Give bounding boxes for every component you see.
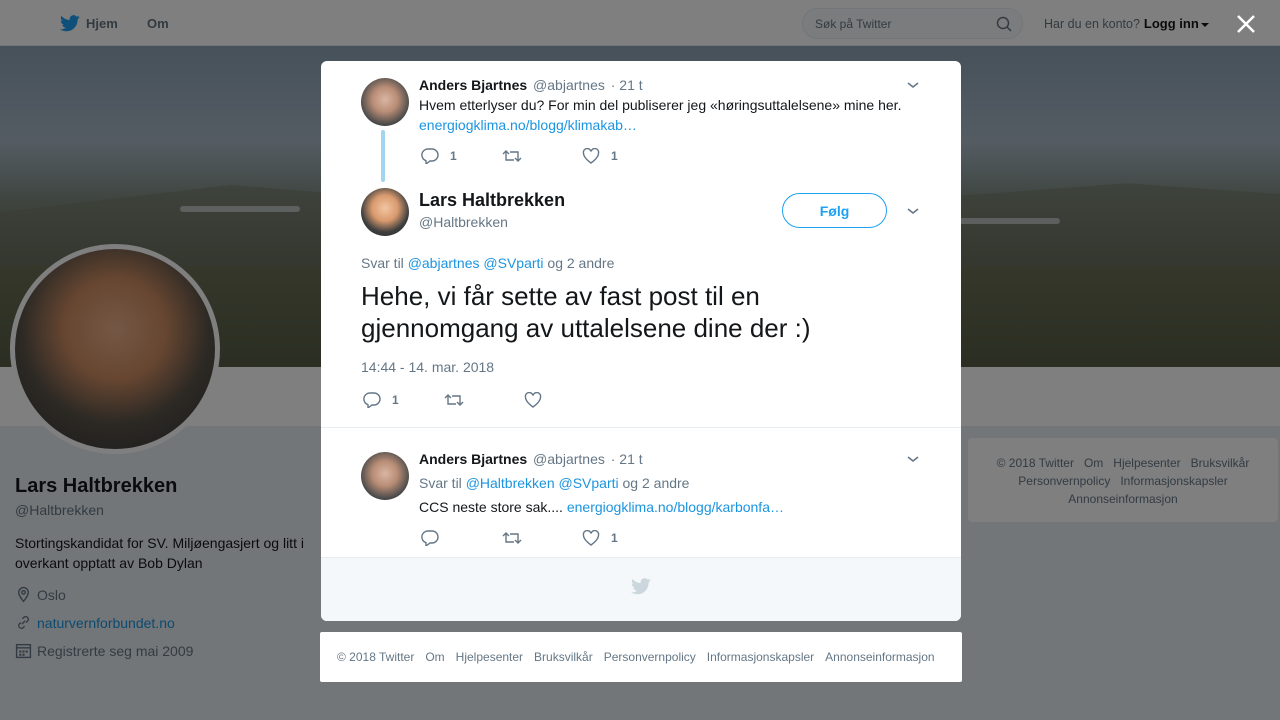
reply-prefix: Svar til [419, 475, 462, 491]
tweet-actions: 1 [363, 390, 542, 410]
footer-copyright: © 2018 Twitter [337, 650, 415, 664]
reply-context: Svar til @Haltbrekken @SVparti og 2 andr… [419, 475, 689, 491]
footer-link[interactable]: Om [425, 650, 444, 664]
retweet-icon [502, 532, 522, 544]
reply-mention[interactable]: @abjartnes [408, 255, 480, 271]
tweet-header: Anders Bjartnes @abjartnes · 21 t [419, 451, 643, 467]
tweet-author-name[interactable]: Lars Haltbrekken [419, 190, 565, 211]
tweet-author-handle[interactable]: @abjartnes [533, 451, 605, 467]
tweet-header: Anders Bjartnes @abjartnes · 21 t [419, 77, 643, 93]
close-icon[interactable] [1234, 12, 1258, 36]
retweet-button[interactable] [444, 392, 524, 408]
reply-icon [363, 392, 381, 408]
chevron-down-icon[interactable] [905, 451, 921, 467]
heart-icon [524, 392, 542, 408]
tweet-text-body: Hvem etterlyser du? For min del publiser… [419, 97, 902, 113]
retweet-button[interactable] [502, 148, 582, 164]
reply-mention[interactable]: @Haltbrekken [466, 475, 555, 491]
reply-count: 1 [450, 149, 457, 163]
follow-button[interactable]: Følg [782, 193, 887, 228]
footer-link[interactable]: Bruksvilkår [534, 650, 593, 664]
tweet-actions: 1 1 [421, 146, 618, 166]
divider [321, 427, 961, 428]
reply-context: Svar til @abjartnes @SVparti og 2 andre [361, 255, 614, 271]
like-button[interactable]: 1 [582, 148, 618, 164]
footer-link[interactable]: Hjelpesenter [456, 650, 523, 664]
avatar[interactable] [361, 188, 409, 236]
like-count: 1 [611, 149, 618, 163]
like-count: 1 [611, 531, 618, 545]
tweet-text-body: CCS neste store sak.... [419, 499, 563, 515]
tweet-link[interactable]: energiogklima.no/blogg/karbonfa… [567, 499, 784, 515]
avatar[interactable] [361, 78, 409, 126]
retweet-button[interactable] [502, 530, 582, 546]
reply-others[interactable]: og 2 andre [623, 475, 690, 491]
tweet-time[interactable]: · 21 t [611, 77, 643, 93]
tweet-time[interactable]: · 21 t [611, 451, 643, 467]
tweet-text: Hvem etterlyser du? For min del publiser… [419, 95, 919, 135]
reply-prefix: Svar til [361, 255, 404, 271]
reply-button[interactable]: 1 [421, 148, 502, 164]
reply-icon [421, 148, 439, 164]
like-button[interactable] [524, 392, 542, 408]
tweet-link[interactable]: energiogklima.no/blogg/klimakab… [419, 117, 637, 133]
tweet-actions: 1 [421, 528, 618, 548]
tweet-timestamp[interactable]: 14:44 - 14. mar. 2018 [361, 359, 494, 375]
tweet-modal: Anders Bjartnes @abjartnes · 21 t Hvem e… [321, 61, 961, 621]
modal-bottom-footer: © 2018 Twitter Om Hjelpesenter Bruksvilk… [320, 632, 962, 682]
main-tweet-text: Hehe, vi får sette av fast post til en g… [361, 281, 811, 343]
footer-link[interactable]: Informasjonskapsler [707, 650, 814, 664]
twitter-bird-icon [631, 578, 651, 595]
reply-mention[interactable]: @SVparti [483, 255, 543, 271]
modal-footer [321, 557, 961, 621]
reply-count: 1 [392, 393, 399, 407]
heart-icon [582, 530, 600, 546]
chevron-down-icon[interactable] [905, 77, 921, 93]
avatar[interactable] [361, 452, 409, 500]
reply-mention[interactable]: @SVparti [559, 475, 619, 491]
like-button[interactable]: 1 [582, 530, 618, 546]
chevron-down-icon[interactable] [905, 203, 921, 219]
reply-button[interactable]: 1 [363, 392, 444, 408]
thread-connector-line [381, 130, 385, 182]
footer-link[interactable]: Annonseinformasjon [825, 650, 934, 664]
retweet-icon [502, 150, 522, 162]
tweet-author-name[interactable]: Anders Bjartnes [419, 451, 527, 467]
tweet-author-name[interactable]: Anders Bjartnes [419, 77, 527, 93]
tweet-author-handle[interactable]: @abjartnes [533, 77, 605, 93]
retweet-icon [444, 394, 464, 406]
footer-link[interactable]: Personvernpolicy [604, 650, 696, 664]
reply-button[interactable] [421, 530, 502, 546]
reply-icon [421, 530, 439, 546]
tweet-author-handle[interactable]: @Haltbrekken [419, 214, 508, 230]
heart-icon [582, 148, 600, 164]
reply-others[interactable]: og 2 andre [547, 255, 614, 271]
tweet-text: CCS neste store sak.... energiogklima.no… [419, 497, 919, 517]
